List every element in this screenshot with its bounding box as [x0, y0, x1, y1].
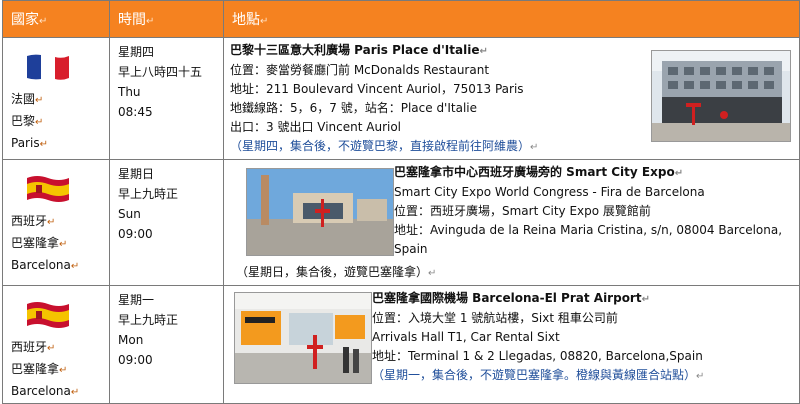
weekday: 星期一 [118, 293, 155, 307]
time-24h: 08:45 [118, 105, 153, 119]
country-name: 西班牙↵ [11, 340, 56, 354]
weekday-en: Mon [118, 333, 144, 347]
airport-hall-photo [234, 292, 372, 384]
city-name: 巴黎↵ [11, 114, 44, 128]
header-time: 時間↵ [109, 0, 224, 38]
location-cell: 巴塞隆拿國際機場 Barcelona-El Prat Airport↵ 位置：入… [223, 285, 800, 404]
country-cell: 法國↵ 巴黎↵ Paris↵ [2, 37, 110, 160]
paris-building-photo [651, 50, 791, 142]
time-24h: 09:00 [118, 227, 153, 241]
table-row: 西班牙↵ 巴塞隆拿↵ Barcelona↵ 星期一 早上九時正 Mon 09:0… [2, 285, 800, 404]
weekday-en: Thu [118, 85, 141, 99]
time-24h: 09:00 [118, 353, 153, 367]
header-country: 國家↵ [2, 0, 110, 38]
location-line: 地址：Avinguda de la Reina Maria Cristina, … [394, 223, 783, 237]
country-cell: 西班牙↵ 巴塞隆拿↵ Barcelona↵ [2, 285, 110, 404]
weekday: 星期四 [118, 45, 155, 59]
table-header-row: 國家↵ 時間↵ 地點↵ [2, 0, 800, 38]
time-chinese: 早上九時正 [118, 187, 179, 201]
location-title: 巴塞隆拿市中心西班牙廣場旁的 Smart City Expo↵ [394, 165, 684, 179]
location-note: （星期日，集合後，遊覽巴塞隆拿）↵ [236, 265, 437, 279]
header-location: 地點↵ [223, 0, 800, 38]
location-line: Spain [394, 242, 428, 256]
location-line: 位置：入境大堂 1 號航站樓，Sixt 租車公司前 [372, 311, 618, 325]
location-line: 地址：Terminal 1 & 2 Llegadas, 08820, Barce… [372, 349, 703, 363]
location-title: 巴塞隆拿國際機場 Barcelona-El Prat Airport↵ [372, 291, 650, 305]
time-cell: 星期日 早上九時正 Sun 09:00 [109, 159, 224, 286]
country-cell: 西班牙↵ 巴塞隆拿↵ Barcelona↵ [2, 159, 110, 286]
time-chinese: 早上九時正 [118, 313, 179, 327]
time-cell: 星期四 早上八時四十五 Thu 08:45 [109, 37, 224, 160]
smart-city-expo-photo [246, 168, 394, 256]
location-cell: 巴黎十三區意大利廣場 Paris Place d'Italie↵ 位置：麥當勞餐… [223, 37, 800, 160]
table-row: 法國↵ 巴黎↵ Paris↵ 星期四 早上八時四十五 Thu 08:45 巴黎十… [2, 37, 800, 160]
location-note: （星期一，集合後，不遊覽巴塞隆拿。橙線與黃線匯合站點）↵ [372, 368, 705, 382]
weekday: 星期日 [118, 167, 155, 181]
spain-flag-icon [27, 302, 69, 328]
city-name-en: Barcelona↵ [11, 258, 80, 272]
spain-flag-icon [27, 176, 69, 202]
city-name: 巴塞隆拿↵ [11, 362, 68, 376]
weekday-en: Sun [118, 207, 141, 221]
city-name-en: Barcelona↵ [11, 384, 80, 398]
city-name-en: Paris↵ [11, 136, 48, 150]
location-cell: 巴塞隆拿市中心西班牙廣場旁的 Smart City Expo↵ Smart Ci… [223, 159, 800, 286]
country-name: 法國↵ [11, 92, 44, 106]
location-line: Smart City Expo World Congress - Fira de… [394, 185, 705, 199]
city-name: 巴塞隆拿↵ [11, 236, 68, 250]
table-row: 西班牙↵ 巴塞隆拿↵ Barcelona↵ 星期日 早上九時正 Sun 09:0… [2, 159, 800, 286]
country-name: 西班牙↵ [11, 214, 56, 228]
location-line: Arrivals Hall T1, Car Rental Sixt [372, 330, 560, 344]
france-flag-icon [27, 54, 69, 80]
time-cell: 星期一 早上九時正 Mon 09:00 [109, 285, 224, 404]
meeting-points-table: 國家↵ 時間↵ 地點↵ 法國↵ 巴黎↵ Paris↵ 星期四 早上八時四十五 T… [2, 0, 800, 404]
location-line: 位置：西班牙廣場，Smart City Expo 展覽館前 [394, 204, 651, 218]
time-chinese: 早上八時四十五 [118, 65, 203, 79]
